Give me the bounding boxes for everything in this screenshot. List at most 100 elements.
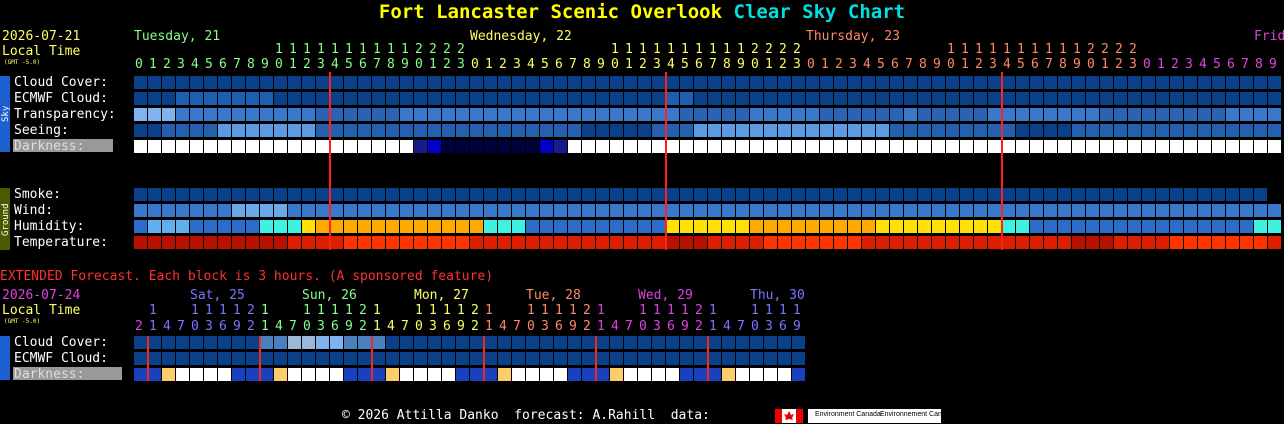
smoke-cell	[288, 188, 301, 201]
temperature-cell	[974, 236, 987, 249]
hour-ones: 0	[1087, 57, 1095, 72]
cloud-cover-cell	[988, 76, 1001, 89]
extended-hour-tens: 1	[793, 303, 801, 318]
extended-ecmwf-cell	[456, 352, 469, 365]
cloud-cover-cell	[1156, 76, 1169, 89]
hour-tens: 2	[1087, 42, 1095, 57]
extended-hour-ones: 9	[681, 319, 689, 334]
extended-darkness-cell	[638, 368, 651, 381]
wind-cell	[540, 204, 553, 217]
transparency-cell	[484, 108, 497, 121]
ecmwf-cloud-cell	[946, 92, 959, 105]
temperature-cell	[274, 236, 287, 249]
temperature-cell	[176, 236, 189, 249]
cloud-cover-cell	[470, 76, 483, 89]
extended-cloud-cell	[582, 336, 595, 349]
wind-cell	[820, 204, 833, 217]
extended-hour-tens: 1	[639, 303, 647, 318]
wind-cell	[960, 204, 973, 217]
darkness-cell	[694, 140, 707, 153]
extended-hour-ones: 7	[625, 319, 633, 334]
humidity-cell	[1198, 220, 1211, 233]
ecmwf-cloud-cell	[890, 92, 903, 105]
hour-ones: 4	[667, 57, 675, 72]
darkness-cell	[946, 140, 959, 153]
extended-cloud-cell	[624, 336, 637, 349]
extended-hour-tens: 1	[597, 303, 605, 318]
humidity-cell	[848, 220, 861, 233]
temperature-cell	[988, 236, 1001, 249]
smoke-cell	[1044, 188, 1057, 201]
transparency-cell	[932, 108, 945, 121]
hour-ones: 3	[513, 57, 521, 72]
extended-darkness-cell	[708, 368, 721, 381]
ecmwf-cloud-cell	[344, 92, 357, 105]
cloud-cover-cell	[638, 76, 651, 89]
extended-cloud-cell	[722, 336, 735, 349]
extended-ecmwf-cell	[624, 352, 637, 365]
extended-cloud-cell	[498, 336, 511, 349]
transparency-cell	[442, 108, 455, 121]
hour-tens: 1	[1003, 42, 1011, 57]
transparency-cell	[1086, 108, 1099, 121]
transparency-cell	[820, 108, 833, 121]
wind-cell	[330, 204, 343, 217]
wind-cell	[470, 204, 483, 217]
temperature-cell	[750, 236, 763, 249]
hour-tens: 2	[793, 42, 801, 57]
hour-tens: 1	[1059, 42, 1067, 57]
extended-local-time: Local Time	[2, 303, 80, 318]
seeing-cell	[708, 124, 721, 137]
extended-darkness-cell	[204, 368, 217, 381]
humidity-cell	[988, 220, 1001, 233]
seeing-cell	[428, 124, 441, 137]
cloud-cover-cell	[414, 76, 427, 89]
extended-cloud-cell	[610, 336, 623, 349]
smoke-cell	[792, 188, 805, 201]
darkness-cell	[1198, 140, 1211, 153]
temperature-cell	[218, 236, 231, 249]
extended-ecmwf-cell	[260, 352, 273, 365]
ecmwf-cloud-cell	[1268, 92, 1281, 105]
darkness-cell	[806, 140, 819, 153]
hour-ones: 2	[163, 57, 171, 72]
smoke-label: Smoke:	[14, 187, 61, 202]
seeing-cell	[526, 124, 539, 137]
transparency-cell	[456, 108, 469, 121]
transparency-cell	[1268, 108, 1281, 121]
humidity-cell	[288, 220, 301, 233]
ecmwf-cloud-cell	[260, 92, 273, 105]
cloud-cover-cell	[1226, 76, 1239, 89]
hour-ones: 1	[1101, 57, 1109, 72]
darkness-cell	[512, 140, 525, 153]
smoke-cell	[974, 188, 987, 201]
seeing-cell	[498, 124, 511, 137]
smoke-cell	[1142, 188, 1155, 201]
transparency-label: Transparency:	[14, 107, 116, 122]
extended-cloud-cell	[652, 336, 665, 349]
wind-cell	[988, 204, 1001, 217]
transparency-cell	[736, 108, 749, 121]
transparency-cell	[190, 108, 203, 121]
hour-ones: 7	[709, 57, 717, 72]
hour-tens: 1	[695, 42, 703, 57]
extended-ecmwf-cell	[736, 352, 749, 365]
wind-cell	[652, 204, 665, 217]
darkness-cell	[246, 140, 259, 153]
extended-cloud-cell	[148, 336, 161, 349]
hour-ones: 3	[1129, 57, 1137, 72]
smoke-cell	[988, 188, 1001, 201]
extended-ecmwf-cell	[134, 352, 147, 365]
humidity-cell	[1030, 220, 1043, 233]
smoke-cell	[624, 188, 637, 201]
humidity-cell	[974, 220, 987, 233]
extended-cloud-cell	[708, 336, 721, 349]
cloud-cover-cell	[1184, 76, 1197, 89]
ecmwf-cloud-cell	[428, 92, 441, 105]
darkness-cell	[848, 140, 861, 153]
humidity-cell	[176, 220, 189, 233]
cloud-cover-cell	[862, 76, 875, 89]
hour-ones: 6	[555, 57, 563, 72]
hour-ones: 7	[569, 57, 577, 72]
hour-tens: 1	[303, 42, 311, 57]
